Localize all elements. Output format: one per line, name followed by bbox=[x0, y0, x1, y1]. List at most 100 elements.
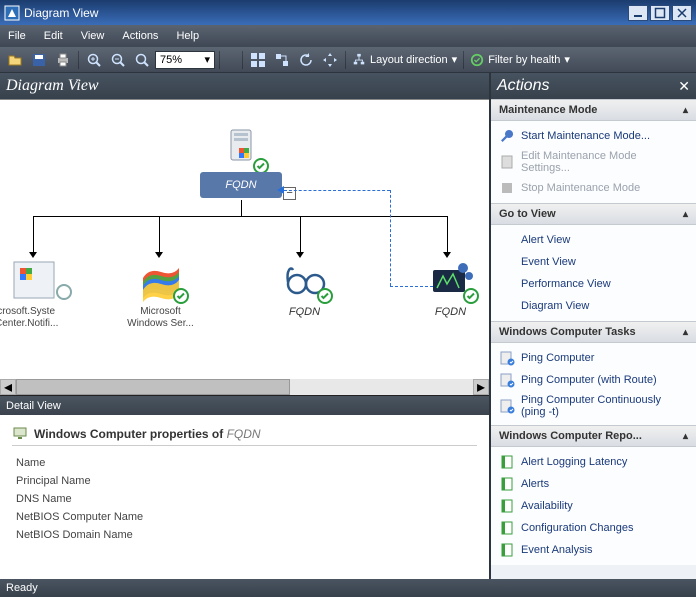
action-item[interactable]: Ping Computer Continuously (ping -t) bbox=[491, 391, 696, 421]
section-title: Windows Computer Repo... bbox=[499, 430, 642, 442]
refresh-icon[interactable] bbox=[295, 49, 317, 71]
pan-icon[interactable] bbox=[319, 49, 341, 71]
action-label: Alert View bbox=[521, 234, 570, 246]
action-item[interactable]: Event Analysis bbox=[491, 539, 696, 561]
zoom-value: 75% bbox=[160, 54, 182, 66]
action-item[interactable]: Alerts bbox=[491, 473, 696, 495]
print-icon[interactable] bbox=[52, 49, 74, 71]
menu-help[interactable]: Help bbox=[176, 30, 199, 42]
task-icon bbox=[499, 350, 515, 366]
autolayout-icon[interactable] bbox=[247, 49, 269, 71]
status-bar: Ready bbox=[0, 579, 696, 597]
scroll-track[interactable] bbox=[16, 379, 473, 395]
report-icon bbox=[499, 520, 515, 536]
relayout-icon[interactable] bbox=[271, 49, 293, 71]
property-dns-name: DNS Name bbox=[12, 490, 477, 508]
action-item[interactable]: Performance View bbox=[491, 273, 696, 295]
scroll-left-icon[interactable]: ◂ bbox=[0, 379, 16, 395]
health-ok-icon bbox=[317, 288, 333, 304]
property-netbios-computer-name: NetBIOS Computer Name bbox=[12, 508, 477, 526]
action-label: Diagram View bbox=[521, 300, 589, 312]
report-icon bbox=[499, 476, 515, 492]
save-icon[interactable] bbox=[28, 49, 50, 71]
action-label: Event View bbox=[521, 256, 576, 268]
horizontal-scrollbar[interactable]: ◂ ▸ bbox=[0, 379, 489, 395]
section-title: Maintenance Mode bbox=[499, 104, 597, 116]
actions-header: Actions ✕ bbox=[491, 73, 696, 99]
maximize-button[interactable] bbox=[650, 5, 670, 21]
diagram-canvas[interactable]: FQDN − bbox=[0, 99, 489, 379]
collapse-icon: ▴ bbox=[683, 431, 688, 442]
property-name: Name bbox=[12, 454, 477, 472]
diagram-node-child-0[interactable]: icrosoft.SysteCenter.Notifi... bbox=[0, 258, 80, 330]
section-title: Go to View bbox=[499, 208, 556, 220]
action-item[interactable]: Ping Computer (with Route) bbox=[491, 369, 696, 391]
zoom-dropdown[interactable]: 75% ▾ bbox=[155, 51, 215, 69]
action-item[interactable]: Ping Computer bbox=[491, 347, 696, 369]
action-item[interactable]: Event View bbox=[491, 251, 696, 273]
title-bar: Diagram View bbox=[0, 0, 696, 25]
diagram-node-child-1[interactable]: MicrosoftWindows Ser... bbox=[118, 258, 203, 330]
task-icon bbox=[499, 398, 515, 414]
section-header[interactable]: Maintenance Mode ▴ bbox=[491, 99, 696, 121]
scroll-thumb[interactable] bbox=[16, 379, 290, 395]
section-header[interactable]: Windows Computer Tasks▴ bbox=[491, 321, 696, 343]
actions-close-icon[interactable]: ✕ bbox=[678, 78, 690, 95]
action-label: Performance View bbox=[521, 278, 611, 290]
collapse-icon: ▴ bbox=[683, 209, 688, 220]
report-icon bbox=[499, 498, 515, 514]
diagram-node-root-label: FQDN − bbox=[200, 172, 282, 198]
menu-view[interactable]: View bbox=[81, 30, 105, 42]
action-item[interactable]: Alert Logging Latency bbox=[491, 451, 696, 473]
diagram-node-child-1-label: MicrosoftWindows Ser... bbox=[118, 306, 203, 330]
diagram-node-root[interactable]: FQDN − bbox=[200, 128, 282, 198]
health-unknown-icon bbox=[56, 284, 72, 300]
monitor-gears-icon bbox=[427, 258, 475, 302]
action-item: Edit Maintenance Mode Settings... bbox=[491, 147, 696, 177]
action-label: Availability bbox=[521, 500, 573, 512]
scroll-right-icon[interactable]: ▸ bbox=[473, 379, 489, 395]
blank-icon bbox=[499, 254, 515, 270]
action-label: Ping Computer Continuously (ping -t) bbox=[521, 394, 688, 418]
open-icon[interactable] bbox=[4, 49, 26, 71]
diagram-node-child-2[interactable]: FQDN bbox=[262, 258, 347, 318]
action-item[interactable]: Availability bbox=[491, 495, 696, 517]
filter-by-health-dropdown[interactable]: Filter by health ▾ bbox=[470, 53, 570, 67]
zoom-fit-icon[interactable] bbox=[131, 49, 153, 71]
zoom-out-icon[interactable] bbox=[107, 49, 129, 71]
action-item[interactable]: Diagram View bbox=[491, 295, 696, 317]
layout-direction-dropdown[interactable]: Layout direction ▾ bbox=[352, 53, 457, 67]
server-icon bbox=[217, 128, 265, 172]
section-header[interactable]: Go to View ▴ bbox=[491, 203, 696, 225]
menu-bar: File Edit View Actions Help bbox=[0, 25, 696, 47]
stop-icon bbox=[499, 180, 515, 196]
blank-icon bbox=[499, 298, 515, 314]
section-header[interactable]: Windows Computer Repo... ▴ bbox=[491, 425, 696, 447]
action-label: Ping Computer bbox=[521, 352, 594, 364]
status-text: Ready bbox=[6, 582, 38, 594]
menu-file[interactable]: File bbox=[8, 30, 26, 42]
property-netbios-domain-name: NetBIOS Domain Name bbox=[12, 526, 477, 544]
action-label: Configuration Changes bbox=[521, 522, 634, 534]
action-label: Event Analysis bbox=[521, 544, 593, 556]
action-item[interactable]: Start Maintenance Mode... bbox=[491, 125, 696, 147]
chevron-down-icon: ▾ bbox=[452, 53, 458, 66]
minimize-button[interactable] bbox=[628, 5, 648, 21]
action-label: Stop Maintenance Mode bbox=[521, 182, 640, 194]
detail-view-header: Detail View bbox=[0, 395, 489, 415]
menu-edit[interactable]: Edit bbox=[44, 30, 63, 42]
action-item[interactable]: Alert View bbox=[491, 229, 696, 251]
property-list: Name Principal Name DNS Name NetBIOS Com… bbox=[12, 454, 477, 544]
collapse-icon: ▴ bbox=[683, 105, 688, 116]
actions-title: Actions bbox=[497, 77, 549, 95]
zoom-in-icon[interactable] bbox=[83, 49, 105, 71]
action-item[interactable]: Configuration Changes bbox=[491, 517, 696, 539]
diagram-node-child-3[interactable]: FQDN bbox=[408, 258, 489, 318]
close-button[interactable] bbox=[672, 5, 692, 21]
chevron-down-icon: ▾ bbox=[204, 53, 210, 66]
collapse-icon[interactable]: − bbox=[283, 187, 296, 200]
toolbar: 75% ▾ Layout direction ▾ Filter by health… bbox=[0, 47, 696, 73]
menu-actions[interactable]: Actions bbox=[122, 30, 158, 42]
report-icon bbox=[499, 454, 515, 470]
blank-icon bbox=[499, 232, 515, 248]
